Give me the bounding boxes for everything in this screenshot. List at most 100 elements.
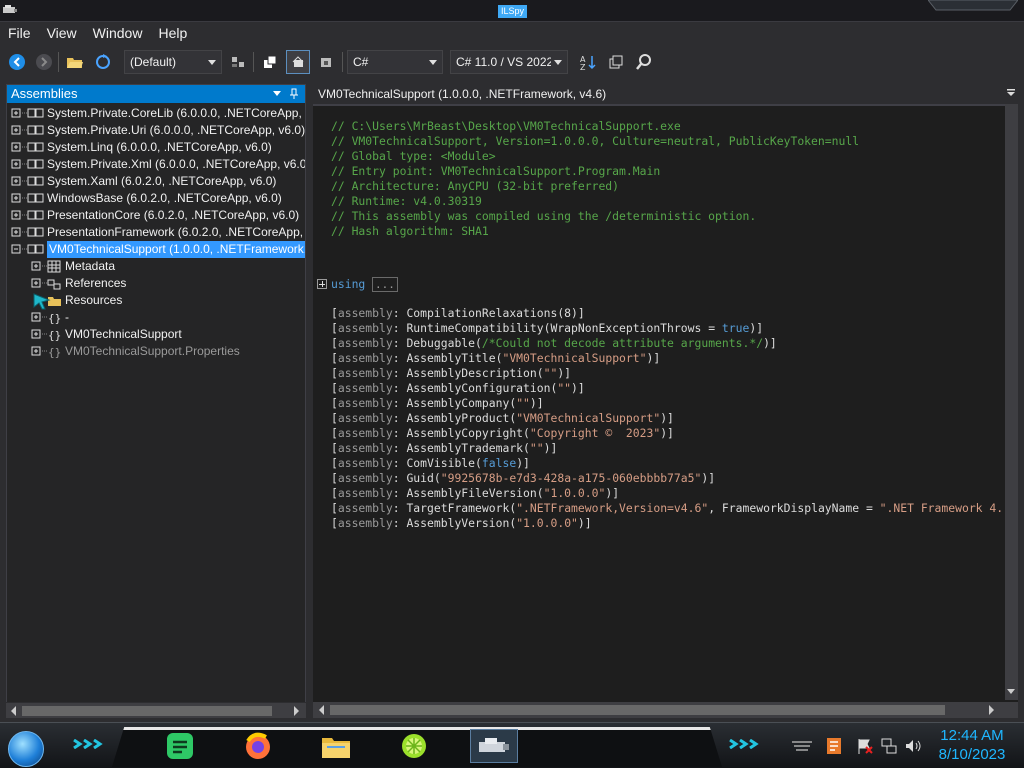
assembly-child-item[interactable]: {} - [31,309,69,326]
back-button[interactable] [5,50,29,74]
scroll-left-icon[interactable] [11,706,16,716]
assembly-list-value: (Default) [130,55,177,69]
sort-assemblies-button[interactable]: AZ [576,50,600,74]
scroll-right-icon[interactable] [989,705,994,715]
assemblies-horizontal-scrollbar[interactable] [6,702,306,718]
assembly-tree-item[interactable]: System.Private.CoreLib (6.0.0.0, .NETCor… [11,105,305,122]
all-members-icon [321,58,331,67]
attribute-text: : AssemblyFileVersion( [392,486,544,500]
assembly-tree-item[interactable]: System.Private.Xml (6.0.0.0, .NETCoreApp… [11,156,305,173]
manage-lists-button[interactable] [226,50,250,74]
assembly-child-item-label: VM0TechnicalSupport [65,327,182,341]
expand-node-icon[interactable] [11,139,47,156]
namespace-icon[interactable]: {} [31,343,65,360]
references-icon[interactable] [31,275,65,292]
expand-node-icon[interactable] [11,105,47,122]
panel-menu-chevron-icon[interactable] [273,91,281,96]
expand-node-icon[interactable] [11,224,47,241]
show-public-button[interactable] [258,50,282,74]
expand-node-icon[interactable] [11,156,47,173]
action-center-flag-icon[interactable] [856,737,874,755]
notes-app-icon [167,733,193,759]
tab-list-chevron-icon[interactable] [1006,88,1016,98]
menu-window[interactable]: Window [85,22,151,44]
document-tab[interactable]: VM0TechnicalSupport (1.0.0.0, .NETFramew… [313,84,612,104]
assembly-tree-item[interactable]: PresentationCore (6.0.2.0, .NETCoreApp, … [11,207,299,224]
notes-app-button[interactable] [162,729,198,763]
start-button[interactable] [8,731,44,767]
file-explorer-button[interactable] [318,729,354,763]
using-collapsed-ellipsis[interactable]: ... [372,277,398,292]
clock-date[interactable]: 8/10/2023 [932,746,1012,763]
assembly-tree-item[interactable]: WindowsBase (6.0.2.0, .NETCoreApp, v6.0) [11,190,282,207]
string-literal: "1.0.0.0" [543,486,606,500]
tray-expand-icon[interactable] [790,739,814,753]
assembly-list-combo[interactable]: (Default) [124,50,222,74]
scroll-left-icon[interactable] [319,705,324,715]
assembly-child-item[interactable]: {} VM0TechnicalSupport [31,326,182,343]
ilspy-app-icon[interactable] [2,4,18,16]
expand-using-icon[interactable] [317,279,327,289]
assembly-tree-item[interactable]: System.Xaml (6.0.2.0, .NETCoreApp, v6.0) [11,173,276,190]
menu-help[interactable]: Help [150,22,195,44]
scroll-thumb[interactable] [330,705,945,715]
file-explorer-icon [322,738,350,758]
reload-button[interactable] [91,50,115,74]
assembly-child-item-label: Resources [65,293,123,307]
window-controls-decoration [928,0,1018,11]
attribute-text: : Guid( [392,471,441,485]
language-version-combo[interactable]: C# 11.0 / VS 2022.4 [450,50,568,74]
search-button[interactable] [632,50,656,74]
clock-time[interactable]: 12:44 AM [932,727,1012,744]
language-value: C# [353,55,369,69]
assembly-tree-item[interactable]: PresentationFramework (6.0.2.0, .NETCore… [11,224,305,241]
scroll-thumb[interactable] [22,706,272,716]
assembly-child-item[interactable]: Metadata [31,258,115,275]
collapse-all-button[interactable] [604,50,628,74]
collapse-node-icon[interactable] [11,241,47,258]
lime-app-button[interactable] [396,729,432,763]
taskbar-chevron-decoration [729,739,759,749]
assembly-tree-item[interactable]: System.Private.Uri (6.0.0.0, .NETCoreApp… [11,122,305,139]
assembly-tree[interactable]: System.Private.CoreLib (6.0.0.0, .NETCor… [7,105,305,701]
attribute-line: [assembly: AssemblyTrademark("")] [331,441,557,456]
assembly-tree-item[interactable]: VM0TechnicalSupport (1.0.0.0, .NETFramew… [11,241,305,258]
scroll-down-icon[interactable] [1007,689,1015,694]
assembly-keyword: assembly [337,426,393,440]
attribute-text: )] [763,336,777,350]
forward-button[interactable] [32,50,56,74]
expand-node-icon[interactable] [11,207,47,224]
assembly-child-item[interactable]: References [31,275,126,292]
expand-node-icon[interactable] [11,190,47,207]
attribute-text: : RuntimeCompatibility(WrapNonExceptionT… [392,321,722,335]
network-icon[interactable] [880,737,898,755]
namespace-icon[interactable]: {} [31,309,65,326]
expand-node-icon[interactable] [11,122,47,139]
system-tray [790,733,930,761]
assembly-child-item-label: VM0TechnicalSupport.Properties [65,344,240,358]
assembly-child-item[interactable]: {} VM0TechnicalSupport.Properties [31,343,240,360]
menu-file[interactable]: File [0,22,39,44]
firefox-button[interactable] [240,729,276,763]
tray-app-icon[interactable] [826,737,842,755]
show-all-button[interactable] [314,50,338,74]
language-combo[interactable]: C# [347,50,443,74]
assembly-tree-item[interactable]: System.Linq (6.0.0.0, .NETCoreApp, v6.0) [11,139,272,156]
chevron-down-icon [208,60,216,65]
code-vertical-scrollbar[interactable] [1005,104,1018,700]
code-horizontal-scrollbar[interactable] [313,702,1018,718]
namespace-icon[interactable]: {} [31,326,65,343]
code-editor[interactable]: using ... // C:\Users\MrBeast\Desktop\VM… [313,106,1001,702]
open-button[interactable] [63,50,87,74]
scroll-right-icon[interactable] [294,706,299,716]
show-internal-button[interactable] [286,50,310,74]
attribute-text: : AssemblyTitle( [392,351,503,365]
expand-node-icon[interactable] [11,173,47,190]
menu-view[interactable]: View [39,22,85,44]
attribute-text: : AssemblyVersion( [392,516,517,530]
language-version-value: C# 11.0 / VS 2022.4 [456,55,551,69]
volume-icon[interactable] [904,737,922,755]
metadata-icon[interactable] [31,258,65,275]
ilspy-taskbar-button[interactable] [470,729,518,763]
pin-icon[interactable] [289,88,299,100]
